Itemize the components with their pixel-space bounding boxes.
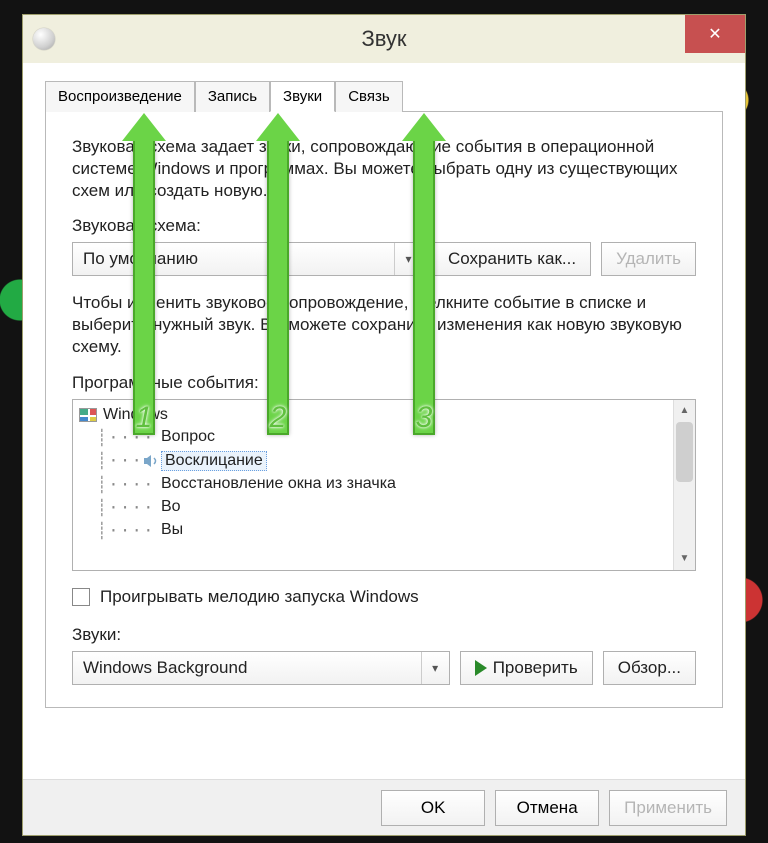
save-as-button[interactable]: Сохранить как... (433, 242, 591, 276)
sound-file-value: Windows Background (83, 658, 247, 678)
apply-button: Применить (609, 790, 727, 826)
windows-icon (79, 408, 97, 422)
tree-item[interactable]: ┊···· Вопрос (97, 426, 673, 449)
play-icon (475, 660, 487, 676)
titlebar: Звук ✕ (23, 15, 745, 63)
sounds-label: Звуки: (72, 625, 696, 645)
tab-sounds[interactable]: Звуки (270, 81, 335, 112)
system-icon (33, 28, 55, 50)
scheme-label: Звуковая схема: (72, 216, 696, 236)
scheme-description: Звуковая схема задает звуки, сопровождаю… (72, 136, 696, 202)
chevron-down-icon: ▾ (421, 652, 449, 684)
close-button[interactable]: ✕ (685, 15, 745, 53)
annotation-arrow-3: 3 (413, 135, 435, 435)
tree-item[interactable]: ┊···· Вы (97, 519, 673, 542)
events-instruction: Чтобы изменить звуковое сопровождение, щ… (72, 292, 696, 358)
cancel-button[interactable]: Отмена (495, 790, 599, 826)
dialog-footer: OK Отмена Применить (23, 779, 745, 835)
play-startup-label: Проигрывать мелодию запуска Windows (100, 587, 419, 607)
tab-communications[interactable]: Связь (335, 81, 402, 112)
tree-root-windows[interactable]: Windows (79, 404, 673, 426)
tab-strip: Воспроизведение Запись Звуки Связь (45, 81, 723, 112)
dialog-content: Воспроизведение Запись Звуки Связь Звуко… (23, 63, 745, 779)
scheme-dropdown[interactable]: По умолчанию ▾ (72, 242, 423, 276)
program-events-list[interactable]: Windows ┊···· Вопрос ┊···· Восклицание (72, 399, 696, 571)
delete-button: Удалить (601, 242, 696, 276)
ok-button[interactable]: OK (381, 790, 485, 826)
sound-icon (141, 454, 161, 468)
tree-item[interactable]: ┊···· Во (97, 496, 673, 519)
annotation-arrow-2: 2 (267, 135, 289, 435)
annotation-arrow-1: 1 (133, 135, 155, 435)
tab-recording[interactable]: Запись (195, 81, 270, 112)
sound-dialog-window: Звук ✕ Воспроизведение Запись Звуки Связ… (22, 14, 746, 836)
browse-button[interactable]: Обзор... (603, 651, 696, 685)
tab-playback[interactable]: Воспроизведение (45, 81, 195, 112)
sound-file-dropdown[interactable]: Windows Background ▾ (72, 651, 450, 685)
scroll-down-button[interactable]: ▼ (674, 548, 695, 570)
scroll-thumb[interactable] (676, 422, 693, 482)
tree-item[interactable]: ┊···· Восклицание (97, 449, 673, 473)
tree-item[interactable]: ┊···· Восстановление окна из значка (97, 473, 673, 496)
events-label: Программные события: (72, 373, 696, 393)
test-button[interactable]: Проверить (460, 651, 593, 685)
window-title: Звук (23, 26, 745, 52)
close-icon: ✕ (708, 24, 721, 44)
scroll-up-button[interactable]: ▲ (674, 400, 695, 422)
play-startup-checkbox[interactable] (72, 588, 90, 606)
listbox-scrollbar[interactable]: ▲ ▼ (673, 400, 695, 570)
